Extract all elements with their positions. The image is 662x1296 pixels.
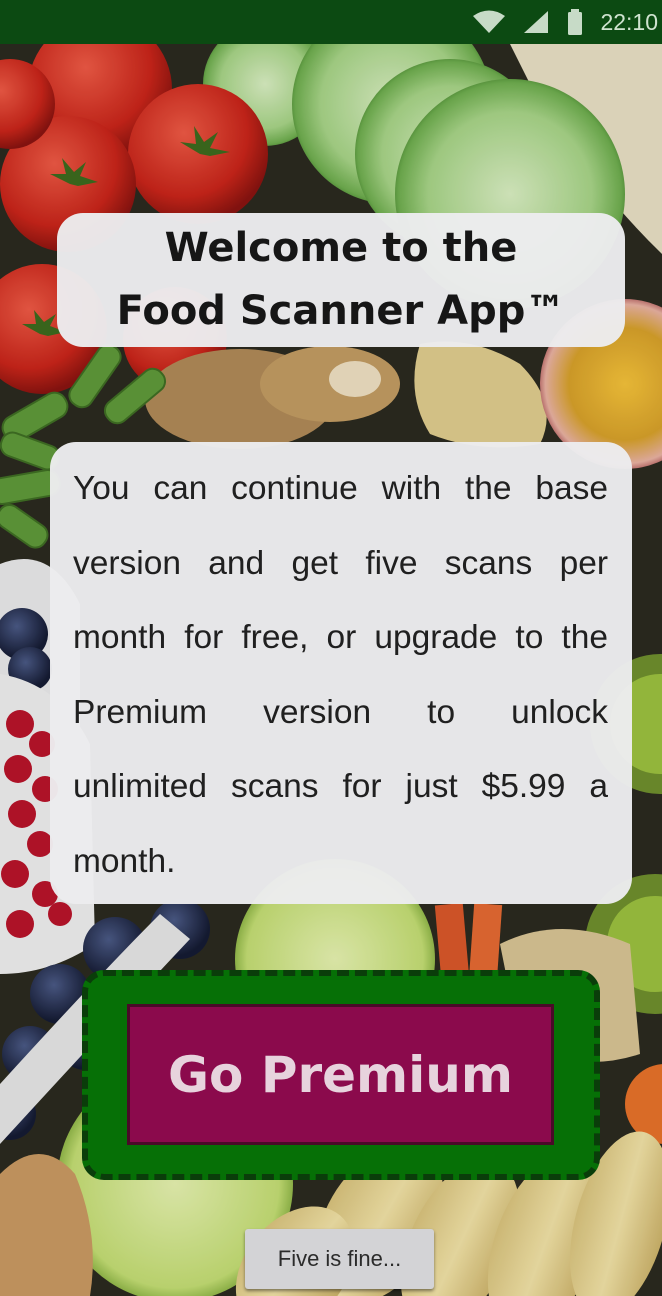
welcome-title: Welcome to the Food Scanner App™ [117, 217, 566, 343]
signal-icon [524, 11, 549, 33]
welcome-title-line1: Welcome to the [164, 225, 518, 271]
go-premium-button[interactable]: Go Premium [127, 1004, 554, 1145]
app-screen: 22:10 Welcome to the Food Scanner App™ Y… [0, 0, 662, 1296]
plan-description: You can continue with the base version a… [73, 470, 608, 880]
battery-icon [568, 9, 583, 35]
title-card: Welcome to the Food Scanner App™ [57, 213, 625, 347]
five-is-fine-button[interactable]: Five is fine... [245, 1229, 434, 1289]
clock: 22:10 [600, 8, 658, 35]
wifi-icon [473, 10, 506, 33]
description-card: You can continue with the base version a… [50, 442, 632, 904]
welcome-title-line2: Food Scanner App™ [116, 288, 566, 334]
status-bar: 22:10 [0, 0, 662, 44]
status-icons: 22:10 [472, 0, 662, 44]
